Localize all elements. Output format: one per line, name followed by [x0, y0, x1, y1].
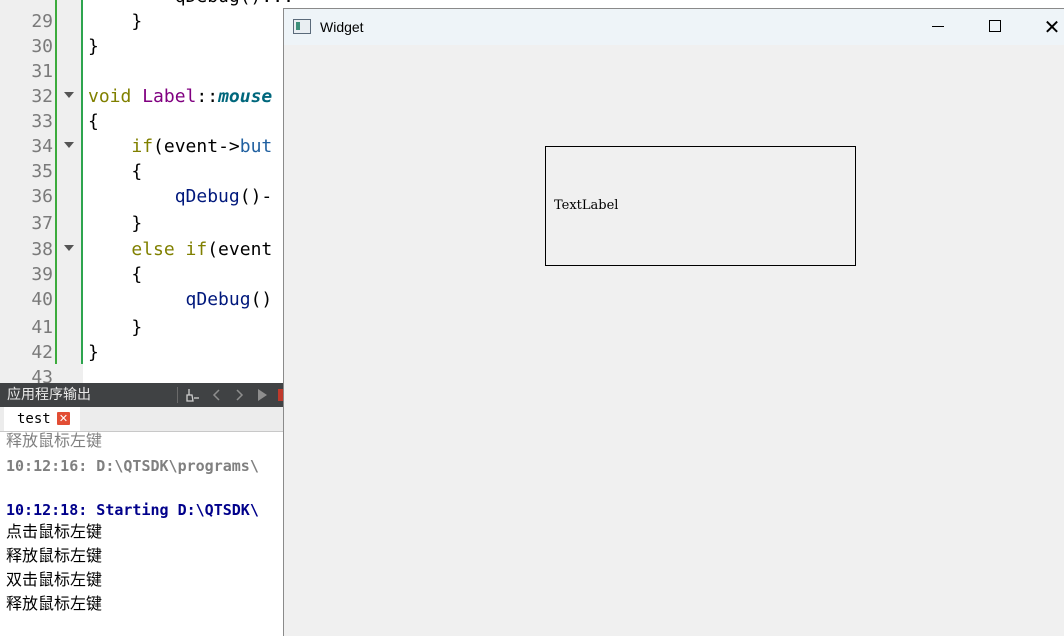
- code-line: {: [88, 111, 99, 132]
- minimize-icon: [932, 26, 944, 27]
- close-icon: ✕: [1043, 15, 1061, 39]
- close-icon[interactable]: ✕: [57, 412, 70, 425]
- code-line: qDebug()...: [88, 0, 294, 9]
- output-pane-header: 应用程序输出: [0, 383, 300, 407]
- code-line: }: [88, 317, 143, 338]
- log-line: 10:12:18: Starting D:\QTSDK\: [6, 501, 259, 519]
- code-line: }: [88, 342, 99, 363]
- log-line: 释放鼠标左键: [6, 546, 103, 565]
- code-text: ()-: [239, 186, 273, 207]
- line-number: 30: [31, 36, 53, 57]
- change-marker-bar: [55, 0, 57, 364]
- text-label-widget[interactable]: TextLabel: [545, 146, 856, 266]
- tab-test[interactable]: test ✕: [4, 407, 80, 431]
- line-number: 29: [31, 11, 53, 32]
- minimize-button[interactable]: [915, 9, 961, 45]
- code-line: qDebug(): [88, 287, 273, 312]
- keyword: else if: [131, 239, 208, 260]
- code-line: }: [88, 213, 143, 234]
- tab-label: test: [17, 411, 51, 427]
- widget-window: Widget ✕ TextLabel: [283, 8, 1064, 636]
- fold-arrow-icon[interactable]: [64, 142, 74, 148]
- function-name: mouse: [218, 86, 273, 107]
- code-text: (event->: [153, 136, 240, 157]
- keyword: if: [131, 136, 154, 157]
- line-number: 31: [31, 61, 53, 82]
- log-line: 点击鼠标左键: [6, 522, 103, 541]
- class-name: Label: [142, 86, 197, 107]
- run-icon[interactable]: [255, 388, 269, 402]
- code-editor[interactable]: 29 30 31 32 33 34 35 36 37 38 39 40 41 4…: [0, 0, 300, 383]
- code-line: {: [88, 161, 143, 182]
- chevron-right-icon[interactable]: [232, 388, 246, 402]
- line-number: 42: [31, 342, 53, 363]
- code-line: void Label::mouse: [88, 84, 272, 109]
- text-label-text: TextLabel: [554, 198, 619, 213]
- fold-arrow-icon[interactable]: [64, 92, 74, 98]
- app-window-icon: [293, 19, 311, 34]
- line-number: 38: [31, 239, 53, 260]
- chevron-left-icon[interactable]: [210, 388, 224, 402]
- line-number: 41: [31, 317, 53, 338]
- maximize-button[interactable]: [972, 9, 1018, 45]
- fold-arrow-icon[interactable]: [64, 245, 74, 251]
- line-number: 33: [31, 111, 53, 132]
- change-marker-bar: [81, 0, 83, 364]
- keyword: void: [88, 86, 143, 107]
- line-number: 43: [31, 367, 53, 383]
- function-call: qDebug: [174, 186, 240, 207]
- output-pane-title: 应用程序输出: [7, 387, 91, 403]
- code-line: }: [88, 36, 99, 57]
- code-line: {: [88, 264, 143, 285]
- code-line: else if(event: [88, 237, 272, 262]
- line-number: 32: [31, 86, 53, 107]
- line-number: 40: [31, 289, 53, 310]
- log-line: 10:12:16: D:\QTSDK\programs\: [6, 457, 259, 475]
- close-button[interactable]: ✕: [1029, 9, 1064, 45]
- line-number: 36: [31, 186, 53, 207]
- line-number: 35: [31, 161, 53, 182]
- application-output-log[interactable]: 释放鼠标左键 10:12:16: D:\QTSDK\programs\ 10:1…: [0, 431, 300, 635]
- function-call: qDebug: [174, 289, 251, 310]
- line-number: 34: [31, 136, 53, 157]
- window-titlebar[interactable]: Widget ✕: [284, 9, 1064, 45]
- code-text: (event: [207, 239, 273, 260]
- window-title: Widget: [320, 19, 364, 35]
- broom-icon[interactable]: [186, 388, 200, 402]
- log-line: 释放鼠标左键: [6, 594, 103, 613]
- code-line: if(event->but: [88, 134, 272, 159]
- divider: [177, 387, 178, 403]
- line-number: 39: [31, 264, 53, 285]
- code-text: (): [250, 289, 273, 310]
- log-line: 释放鼠标左键: [6, 431, 103, 450]
- scope-operator: ::: [196, 86, 219, 107]
- code-line: }: [88, 11, 143, 32]
- maximize-icon: [989, 20, 1001, 32]
- code-line: qDebug()-: [88, 184, 273, 209]
- log-line: 双击鼠标左键: [6, 570, 103, 589]
- member-name: but: [239, 136, 273, 157]
- line-number: 37: [31, 213, 53, 234]
